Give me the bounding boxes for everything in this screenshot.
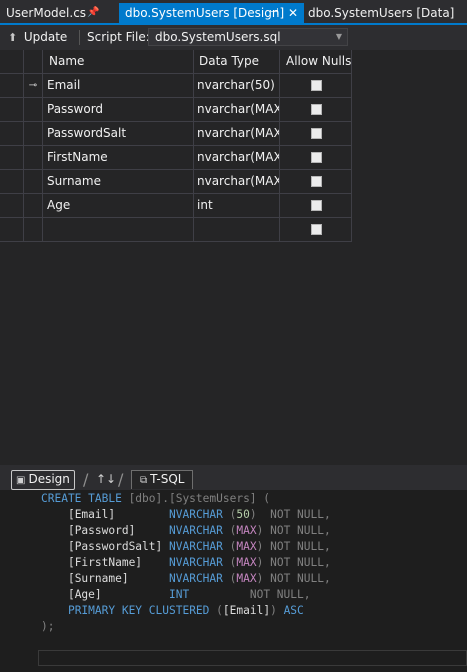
allow-nulls-cell xyxy=(280,98,352,121)
data-type-cell[interactable]: int xyxy=(194,194,280,217)
column-name-cell[interactable]: Surname xyxy=(43,170,194,193)
document-tab-bar: UserModel.cs 📌 dbo.SystemUsers [Design] … xyxy=(0,0,467,25)
designer-toolbar: ⬆ Update Script File: dbo.SystemUsers.sq… xyxy=(0,25,467,49)
allow-nulls-checkbox[interactable] xyxy=(311,200,322,211)
tab-design[interactable]: ▣ Design xyxy=(11,470,75,490)
data-type-cell[interactable]: nvarchar(MAX) xyxy=(194,146,280,169)
header-key-col xyxy=(24,50,43,73)
tsql-editor[interactable]: CREATE TABLE [dbo].[SystemUsers] ( [Emai… xyxy=(0,490,467,672)
editor-gutter xyxy=(0,490,24,672)
tab-tsql[interactable]: ⧉ T-SQL xyxy=(131,470,194,489)
column-name-cell[interactable]: Password xyxy=(43,98,194,121)
toolbar-separator xyxy=(79,30,80,45)
key-cell xyxy=(24,146,43,169)
allow-nulls-cell xyxy=(280,146,352,169)
row-selector[interactable] xyxy=(0,194,24,217)
sql-line-create: CREATE TABLE [dbo].[SystemUsers] ( xyxy=(41,492,271,505)
header-corner xyxy=(0,50,24,73)
pane-tab-bar: ▣ Design / ↑↓ / ⧉ T-SQL xyxy=(0,465,467,490)
sql-line-pk: PRIMARY KEY CLUSTERED ([Email]) ASC xyxy=(67,604,304,617)
header-name[interactable]: Name xyxy=(43,50,194,73)
allow-nulls-checkbox[interactable] xyxy=(311,152,322,163)
header-allow-nulls[interactable]: Allow Nulls xyxy=(280,50,352,73)
tab-systemusers-data[interactable]: dbo.SystemUsers [Data] xyxy=(308,3,454,23)
tab-label: dbo.SystemUsers [Design] xyxy=(125,6,285,20)
sql-line-column: [Password] NVARCHAR (MAX) NOT NULL, xyxy=(67,524,331,537)
allow-nulls-checkbox[interactable] xyxy=(311,224,322,235)
grid-header-row: Name Data Type Allow Nulls xyxy=(0,50,352,74)
upload-icon: ⬆ xyxy=(8,31,18,44)
primary-key-icon: ⊸ xyxy=(24,74,43,97)
table-row[interactable]: Surname nvarchar(MAX) xyxy=(0,170,352,194)
key-cell xyxy=(24,170,43,193)
current-line-highlight xyxy=(38,650,467,666)
key-cell xyxy=(24,194,43,217)
column-name-cell[interactable]: Email xyxy=(43,74,194,97)
allow-nulls-cell xyxy=(280,194,352,217)
column-name-cell[interactable]: PasswordSalt xyxy=(43,122,194,145)
allow-nulls-cell xyxy=(280,170,352,193)
column-name-cell[interactable]: Age xyxy=(43,194,194,217)
data-type-cell[interactable]: nvarchar(MAX) xyxy=(194,98,280,121)
header-data-type[interactable]: Data Type xyxy=(194,50,280,73)
data-type-cell[interactable] xyxy=(194,218,280,241)
columns-grid: Name Data Type Allow Nulls ⊸ Email nvarcha… xyxy=(0,50,352,242)
tsql-label: T-SQL xyxy=(150,472,185,486)
row-selector[interactable] xyxy=(0,170,24,193)
sql-line-column: [Age] INT NOT NULL, xyxy=(67,588,311,601)
allow-nulls-cell xyxy=(280,122,352,145)
sql-line-close: ); xyxy=(41,620,55,633)
allow-nulls-checkbox[interactable] xyxy=(311,104,322,115)
row-selector[interactable] xyxy=(0,218,24,241)
sql-line-column: [Surname] NVARCHAR (MAX) NOT NULL, xyxy=(67,572,331,585)
allow-nulls-checkbox[interactable] xyxy=(311,80,322,91)
swap-panes-button[interactable]: ↑↓ xyxy=(96,470,116,488)
allow-nulls-cell xyxy=(280,74,352,97)
pin-tab-icon[interactable]: ⊣ xyxy=(270,3,279,23)
table-row[interactable]: ⊸ Email nvarchar(50) xyxy=(0,74,352,98)
table-row[interactable]: Password nvarchar(MAX) xyxy=(0,98,352,122)
script-file-dropdown[interactable]: dbo.SystemUsers.sql ▼ xyxy=(148,28,348,46)
script-file-label: Script File: xyxy=(87,30,150,44)
table-row[interactable]: FirstName nvarchar(MAX) xyxy=(0,146,352,170)
allow-nulls-cell xyxy=(280,218,352,241)
data-type-cell[interactable]: nvarchar(MAX) xyxy=(194,170,280,193)
allow-nulls-checkbox[interactable] xyxy=(311,176,322,187)
sql-line-column: [FirstName] NVARCHAR (MAX) NOT NULL, xyxy=(67,556,331,569)
columns-grid-area: Name Data Type Allow Nulls ⊸ Email nvarcha… xyxy=(0,50,467,465)
row-selector[interactable] xyxy=(0,98,24,121)
design-icon: ▣ xyxy=(16,475,26,486)
update-button[interactable]: ⬆ Update xyxy=(8,28,67,46)
table-row[interactable]: Age int xyxy=(0,194,352,218)
column-name-cell[interactable] xyxy=(43,218,194,241)
table-row[interactable] xyxy=(0,218,352,242)
update-label: Update xyxy=(23,30,68,44)
pane-divider: / xyxy=(118,470,124,489)
script-file-value: dbo.SystemUsers.sql xyxy=(155,30,281,44)
data-type-cell[interactable]: nvarchar(50) xyxy=(194,74,280,97)
sql-line-column: [Email] NVARCHAR (50) NOT NULL, xyxy=(67,508,331,521)
close-icon[interactable]: ✕ xyxy=(288,3,298,23)
row-selector[interactable] xyxy=(0,122,24,145)
sql-code: CREATE TABLE [dbo].[SystemUsers] ( [Emai… xyxy=(41,491,331,635)
sql-line-column: [PasswordSalt] NVARCHAR (MAX) NOT NULL, xyxy=(67,540,331,553)
pin-icon[interactable]: 📌 xyxy=(87,3,99,23)
row-selector[interactable] xyxy=(0,146,24,169)
key-cell xyxy=(24,98,43,121)
data-type-cell[interactable]: nvarchar(MAX) xyxy=(194,122,280,145)
design-label: Design xyxy=(28,472,70,486)
key-cell xyxy=(24,122,43,145)
allow-nulls-checkbox[interactable] xyxy=(311,128,322,139)
key-cell xyxy=(24,218,43,241)
column-name-cell[interactable]: FirstName xyxy=(43,146,194,169)
script-icon: ⧉ xyxy=(140,475,148,486)
row-selector[interactable] xyxy=(0,74,24,97)
chevron-down-icon: ▼ xyxy=(335,32,342,41)
tab-usermodel-cs[interactable]: UserModel.cs xyxy=(6,3,86,23)
pane-divider: / xyxy=(83,470,89,489)
table-row[interactable]: PasswordSalt nvarchar(MAX) xyxy=(0,122,352,146)
